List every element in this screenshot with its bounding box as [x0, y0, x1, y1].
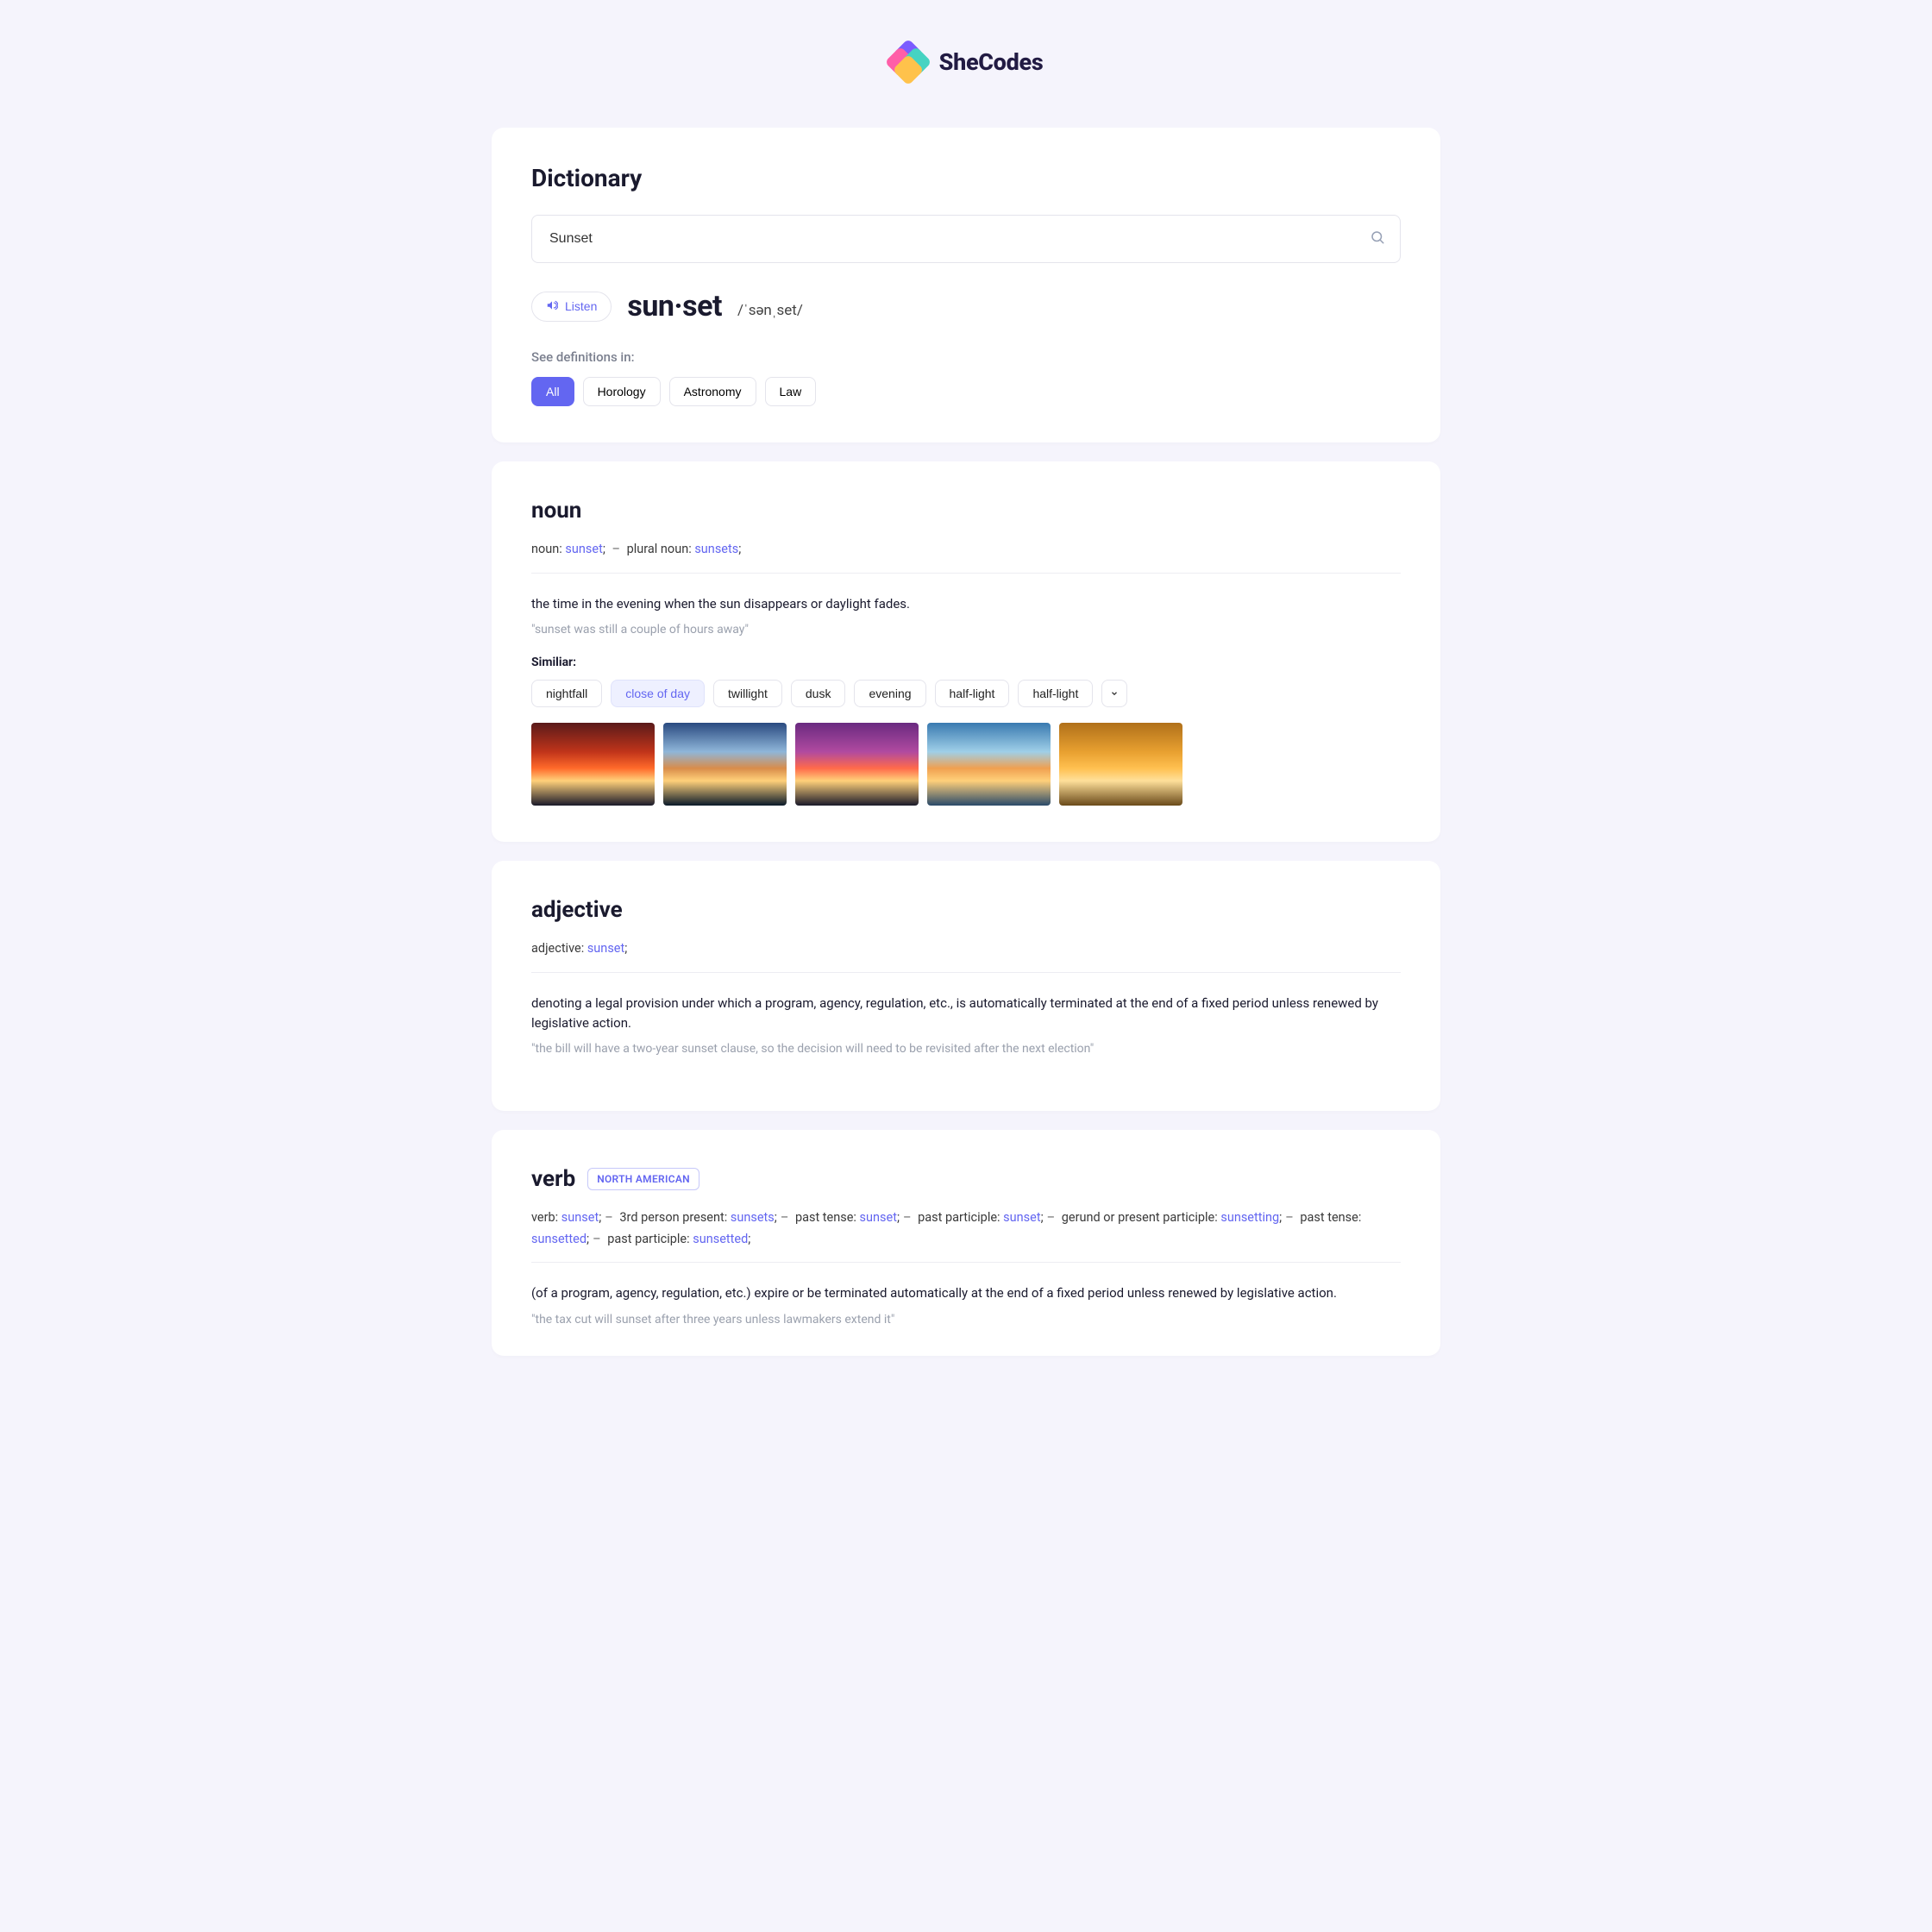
form-label: past participle:	[607, 1232, 693, 1246]
verb-card: verb NORTH AMERICAN verb: sunset; – 3rd p…	[492, 1130, 1440, 1356]
domain-chip-astronomy[interactable]: Astronomy	[669, 377, 756, 406]
expand-similar-button[interactable]	[1101, 680, 1127, 707]
form-word: sunset	[561, 1210, 599, 1225]
noun-card: noun noun: sunset; – plural noun: sunset…	[492, 461, 1440, 842]
page-title: Dictionary	[531, 164, 1401, 192]
form-dash: –	[601, 1210, 617, 1225]
similar-label: Similiar:	[531, 656, 1401, 669]
form-label: 3rd person present:	[619, 1210, 730, 1225]
form-word: sunsetted	[693, 1232, 748, 1246]
similar-chip[interactable]: close of day	[611, 680, 705, 707]
search-card: Dictionary Listen sun·set /ˈsənˌset/ See…	[492, 128, 1440, 442]
sunset-thumbnail[interactable]	[927, 723, 1051, 806]
similar-chip[interactable]: half-light	[1018, 680, 1093, 707]
adjective-definition: denoting a legal provision under which a…	[531, 994, 1401, 1034]
form-dash: –	[1282, 1210, 1297, 1225]
form-label: verb:	[531, 1210, 561, 1225]
form-label: adjective:	[531, 941, 584, 956]
search-input[interactable]	[531, 215, 1401, 263]
phonetic: /ˈsənˌset/	[737, 293, 803, 319]
brand-name: SheCodes	[939, 48, 1044, 76]
domain-chips: All Horology Astronomy Law	[531, 377, 1401, 406]
sunset-thumbnail[interactable]	[1059, 723, 1182, 806]
sunset-thumbnail[interactable]	[531, 723, 655, 806]
search-wrap	[531, 215, 1401, 263]
similar-chip[interactable]: dusk	[791, 680, 846, 707]
noun-definition: the time in the evening when the sun dis…	[531, 594, 1401, 614]
verb-example: "the tax cut will sunset after three yea…	[531, 1313, 1401, 1327]
similar-chip[interactable]: twillight	[713, 680, 782, 707]
form-word: sunsetted	[531, 1232, 586, 1246]
divider	[531, 573, 1401, 574]
verb-forms: verb: sunset; – 3rd person present: sunse…	[531, 1208, 1401, 1250]
divider	[531, 1262, 1401, 1263]
brand-header: SheCodes	[492, 43, 1440, 81]
form-label: noun:	[531, 542, 562, 556]
form-word: sunset	[587, 941, 624, 956]
form-sep: ;	[603, 542, 605, 556]
pos-heading-verb: verb	[531, 1166, 575, 1192]
form-word: sunsets	[731, 1210, 775, 1225]
see-definitions-label: See definitions in:	[531, 349, 1401, 365]
word-row: Listen sun·set /ˈsənˌset/	[531, 289, 1401, 323]
adjective-forms: adjective: sunset;	[531, 938, 1401, 960]
divider	[531, 972, 1401, 973]
listen-button[interactable]: Listen	[531, 292, 612, 322]
region-tag: NORTH AMERICAN	[587, 1168, 699, 1190]
domain-chip-law[interactable]: Law	[765, 377, 817, 406]
domain-chip-horology[interactable]: Horology	[583, 377, 661, 406]
noun-example: "sunset was still a couple of hours away…	[531, 623, 1401, 637]
adjective-example: "the bill will have a two-year sunset cl…	[531, 1042, 1401, 1056]
chevron-down-icon	[1110, 689, 1119, 698]
verb-definition: (of a program, agency, regulation, etc.)…	[531, 1283, 1401, 1303]
form-word: sunset	[565, 542, 602, 556]
form-label: past participle:	[918, 1210, 1003, 1225]
form-word: sunset	[860, 1210, 897, 1225]
form-sep: ;	[738, 542, 741, 556]
sunset-thumbnail[interactable]	[663, 723, 787, 806]
form-dash: –	[609, 542, 624, 556]
form-word: sunset	[1003, 1210, 1040, 1225]
form-dash: –	[900, 1210, 915, 1225]
form-label: past tense:	[1300, 1210, 1361, 1225]
pos-heading-adjective: adjective	[531, 897, 1401, 923]
image-thumbnails	[531, 723, 1401, 806]
search-icon[interactable]	[1370, 229, 1385, 248]
headword: sun·set	[627, 289, 722, 323]
form-label: plural noun:	[627, 542, 692, 556]
form-word: sunsets	[694, 542, 738, 556]
form-dash: –	[589, 1232, 605, 1246]
form-dash: –	[777, 1210, 793, 1225]
form-dash: –	[1044, 1210, 1059, 1225]
form-word: sunsetting	[1220, 1210, 1279, 1225]
similar-chip[interactable]: evening	[854, 680, 925, 707]
noun-forms: noun: sunset; – plural noun: sunsets;	[531, 539, 1401, 561]
form-sep: ;	[624, 941, 627, 956]
listen-label: Listen	[565, 299, 597, 313]
volume-icon	[546, 299, 558, 314]
similar-chips: nightfall close of day twillight dusk evenin…	[531, 680, 1401, 707]
brand-logo-icon	[889, 43, 927, 81]
similar-chip[interactable]: half-light	[935, 680, 1010, 707]
form-label: gerund or present participle:	[1062, 1210, 1221, 1225]
form-label: past tense:	[795, 1210, 860, 1225]
sunset-thumbnail[interactable]	[795, 723, 919, 806]
adjective-card: adjective adjective: sunset; denoting a …	[492, 861, 1440, 1111]
domain-chip-all[interactable]: All	[531, 377, 574, 406]
similar-chip[interactable]: nightfall	[531, 680, 602, 707]
pos-heading-noun: noun	[531, 498, 1401, 524]
form-sep: ;	[748, 1232, 750, 1246]
